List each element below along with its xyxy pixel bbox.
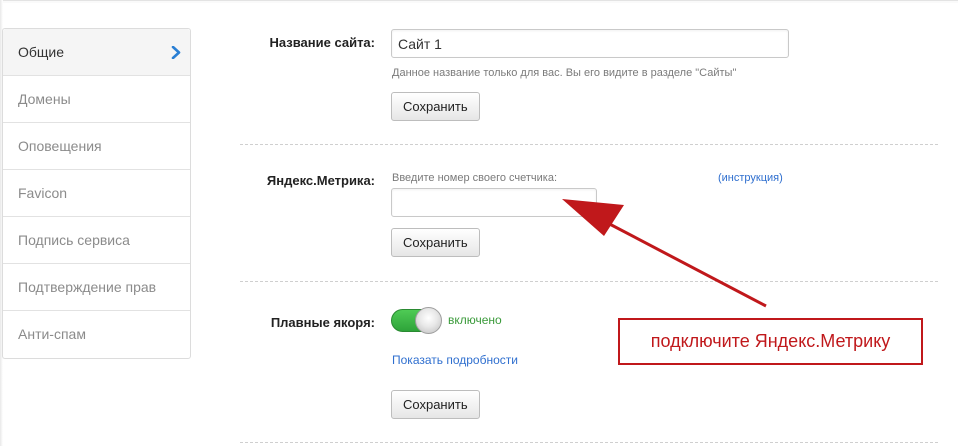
section-divider <box>240 281 938 282</box>
site-name-input[interactable] <box>391 29 789 58</box>
smooth-anchors-toggle[interactable] <box>391 307 442 334</box>
site-name-label: Название сайта: <box>269 35 375 50</box>
sidebar-item-label: Оповещения <box>18 138 102 154</box>
sidebar-item-label: Подтверждение прав <box>18 279 157 295</box>
sidebar-item-label: Анти-спам <box>18 326 86 342</box>
annotation-text: подключите Яндекс.Метрику <box>650 331 891 351</box>
sidebar-item-label: Favicon <box>18 185 68 201</box>
sidebar-item-notifications[interactable]: Оповещения <box>3 123 190 170</box>
metrika-hint: Введите номер своего счетчика: <box>392 172 558 184</box>
sidebar-item-service-signature[interactable]: Подпись сервиса <box>3 217 190 264</box>
save-site-name-button[interactable]: Сохранить <box>391 92 480 121</box>
annotation-callout: подключите Яндекс.Метрику <box>618 318 923 365</box>
sidebar-item-rights-confirmation[interactable]: Подтверждение прав <box>3 264 190 311</box>
sidebar-item-favicon[interactable]: Favicon <box>3 170 190 217</box>
sidebar-item-antispam[interactable]: Анти-спам <box>3 311 190 358</box>
sidebar-item-label: Домены <box>18 91 71 107</box>
top-border <box>0 0 958 3</box>
site-name-hint: Данное название только для вас. Вы его в… <box>392 67 737 79</box>
smooth-anchors-label: Плавные якоря: <box>270 315 375 330</box>
save-metrika-button[interactable]: Сохранить <box>391 228 480 257</box>
sidebar-item-domains[interactable]: Домены <box>3 76 190 123</box>
toggle-knob[interactable] <box>415 307 442 334</box>
sidebar-item-label: Подпись сервиса <box>18 232 130 248</box>
section-divider <box>240 144 938 145</box>
settings-sidebar: Общие Домены Оповещения Favicon Подпись … <box>2 28 191 359</box>
metrika-counter-input[interactable] <box>391 188 597 217</box>
section-divider <box>240 442 938 443</box>
save-anchors-button[interactable]: Сохранить <box>391 390 480 419</box>
sidebar-item-label: Общие <box>18 44 65 60</box>
show-details-link[interactable]: Показать подробности <box>392 353 518 367</box>
metrika-label: Яндекс.Метрика: <box>266 173 375 188</box>
metrika-instruction-link[interactable]: (инструкция) <box>718 172 783 184</box>
sidebar-item-general[interactable]: Общие <box>3 29 190 76</box>
toggle-state-label: включено <box>448 313 502 327</box>
